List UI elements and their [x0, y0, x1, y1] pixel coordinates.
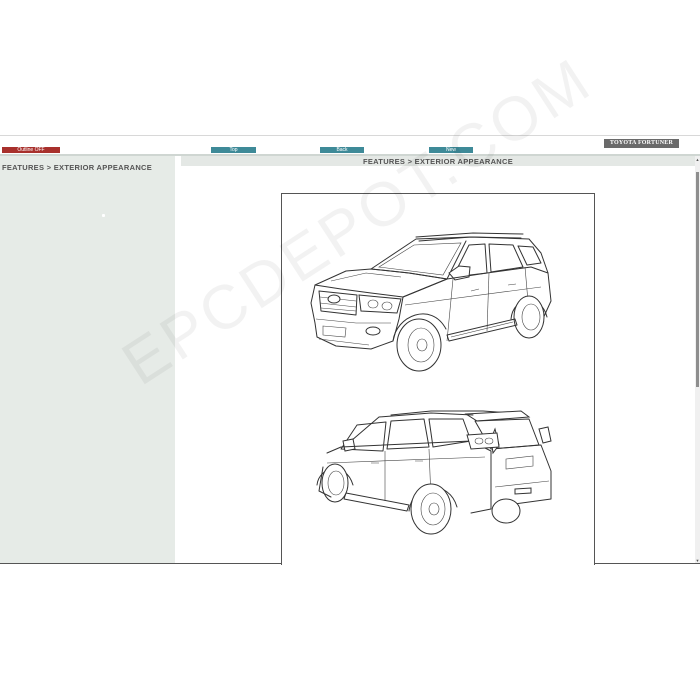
outline-toggle-button[interactable]: Outline OFF — [2, 147, 60, 153]
top-divider — [0, 135, 700, 136]
outline-sidebar: FEATURES > EXTERIOR APPEARANCE — [0, 156, 175, 564]
sidebar-breadcrumb[interactable]: FEATURES > EXTERIOR APPEARANCE — [2, 163, 152, 172]
page-title: FEATURES > EXTERIOR APPEARANCE — [362, 157, 514, 166]
back-button[interactable]: Back — [320, 147, 364, 153]
scrollbar-thumb[interactable] — [696, 172, 699, 387]
vehicle-front-view-illustration — [310, 232, 552, 535]
vertical-scrollbar[interactable]: ▲ ▼ — [695, 156, 700, 564]
top-button[interactable]: Top — [211, 147, 256, 153]
scroll-up-icon[interactable]: ▲ — [695, 157, 700, 162]
new-button[interactable]: New — [429, 147, 473, 153]
sidebar-marker — [102, 214, 105, 217]
content-header: FEATURES > EXTERIOR APPEARANCE — [181, 156, 695, 166]
vehicle-illustration — [281, 193, 595, 565]
model-label: TOYOTA FORTUNER — [603, 139, 679, 148]
